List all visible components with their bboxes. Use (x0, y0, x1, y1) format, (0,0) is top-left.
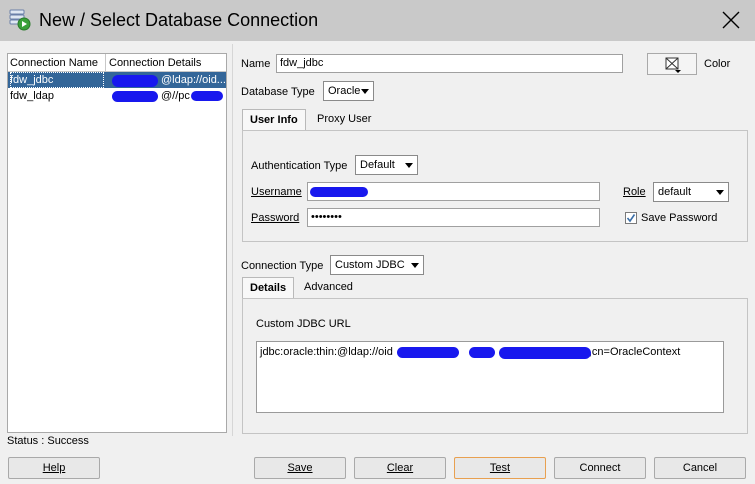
chevron-down-icon (361, 89, 369, 94)
connection-list[interactable]: Connection Name Connection Details fdw_j… (7, 53, 227, 433)
clear-button-label: Clear (386, 462, 414, 474)
redaction-mark (112, 75, 158, 87)
connection-name: fdw_jdbc (10, 72, 104, 88)
tab-user-info[interactable]: User Info (242, 109, 306, 130)
connection-type-select[interactable]: Custom JDBC (330, 255, 424, 275)
password-label: Password (251, 212, 300, 224)
chevron-down-icon (716, 190, 724, 195)
redaction-mark (112, 91, 158, 102)
jdbc-url-start: jdbc:oracle:thin:@ldap://oid (260, 346, 393, 358)
tab-details[interactable]: Details (242, 277, 295, 298)
connection-type-label: Connection Type (241, 260, 324, 272)
connection-name: fdw_ldap (10, 90, 55, 102)
authentication-type-value: Default (360, 159, 395, 171)
chevron-down-icon (405, 163, 413, 168)
custom-jdbc-url-label: Custom JDBC URL (256, 318, 351, 330)
database-type-select[interactable]: Oracle (323, 81, 374, 101)
window-title: New / Select Database Connection (39, 10, 319, 30)
connect-button[interactable]: Connect (554, 457, 646, 479)
username-input[interactable] (307, 182, 600, 201)
color-picker-icon (665, 57, 681, 73)
password-input[interactable]: •••••••• (307, 208, 600, 227)
connection-row-fdw-ldap[interactable]: fdw_ldap @//pc (8, 88, 226, 104)
redaction-mark (499, 347, 591, 359)
connection-row-fdw-jdbc[interactable]: fdw_jdbc @ldap://oid... (8, 72, 226, 88)
username-label: Username (251, 186, 302, 198)
color-button[interactable] (647, 53, 697, 75)
close-icon[interactable] (717, 6, 745, 34)
checkmark-icon (626, 214, 636, 223)
tab-proxy-user[interactable]: Proxy User (310, 109, 378, 130)
color-label: Color (704, 58, 731, 70)
connect-button-label: Connect (579, 462, 621, 474)
save-password-checkbox[interactable] (625, 212, 637, 224)
authentication-type-select[interactable]: Default (355, 155, 418, 175)
chevron-down-icon (411, 263, 419, 268)
help-button-label: Help (42, 462, 66, 474)
redaction-mark (469, 347, 495, 358)
authentication-type-label: Authentication Type (251, 160, 348, 172)
column-header-connection-details[interactable]: Connection Details (107, 54, 226, 72)
save-button-label: Save (287, 462, 313, 474)
connection-list-header: Connection Name Connection Details (8, 54, 226, 72)
cancel-button[interactable]: Cancel (654, 457, 746, 479)
status-text: Status : Success (7, 435, 89, 447)
cancel-button-label: Cancel (682, 462, 718, 474)
clear-button[interactable]: Clear (354, 457, 446, 479)
splitter[interactable] (232, 44, 233, 436)
role-select[interactable]: default (653, 182, 729, 202)
redaction-mark (191, 91, 223, 101)
name-label: Name (241, 58, 271, 70)
column-header-connection-name[interactable]: Connection Name (8, 54, 106, 72)
role-value: default (658, 186, 692, 198)
tab-advanced[interactable]: Advanced (297, 277, 360, 298)
redaction-mark (397, 347, 459, 358)
save-password-label: Save Password (641, 212, 718, 224)
help-button[interactable]: Help (8, 457, 100, 479)
custom-jdbc-url-input[interactable]: jdbc:oracle:thin:@ldap://oid ,cn=OracleCo… (256, 341, 724, 413)
name-input[interactable]: fdw_jdbc (276, 54, 623, 73)
database-connection-icon (9, 9, 31, 31)
redaction-mark (310, 187, 368, 197)
test-button-label: Test (489, 462, 511, 474)
test-button[interactable]: Test (454, 457, 546, 479)
database-type-label: Database Type (241, 86, 315, 98)
role-label: Role (623, 186, 646, 198)
jdbc-url-end: ,cn=OracleContext (588, 346, 681, 358)
connection-type-value: Custom JDBC (335, 259, 405, 271)
database-type-value: Oracle (328, 85, 361, 97)
save-button[interactable]: Save (254, 457, 346, 479)
